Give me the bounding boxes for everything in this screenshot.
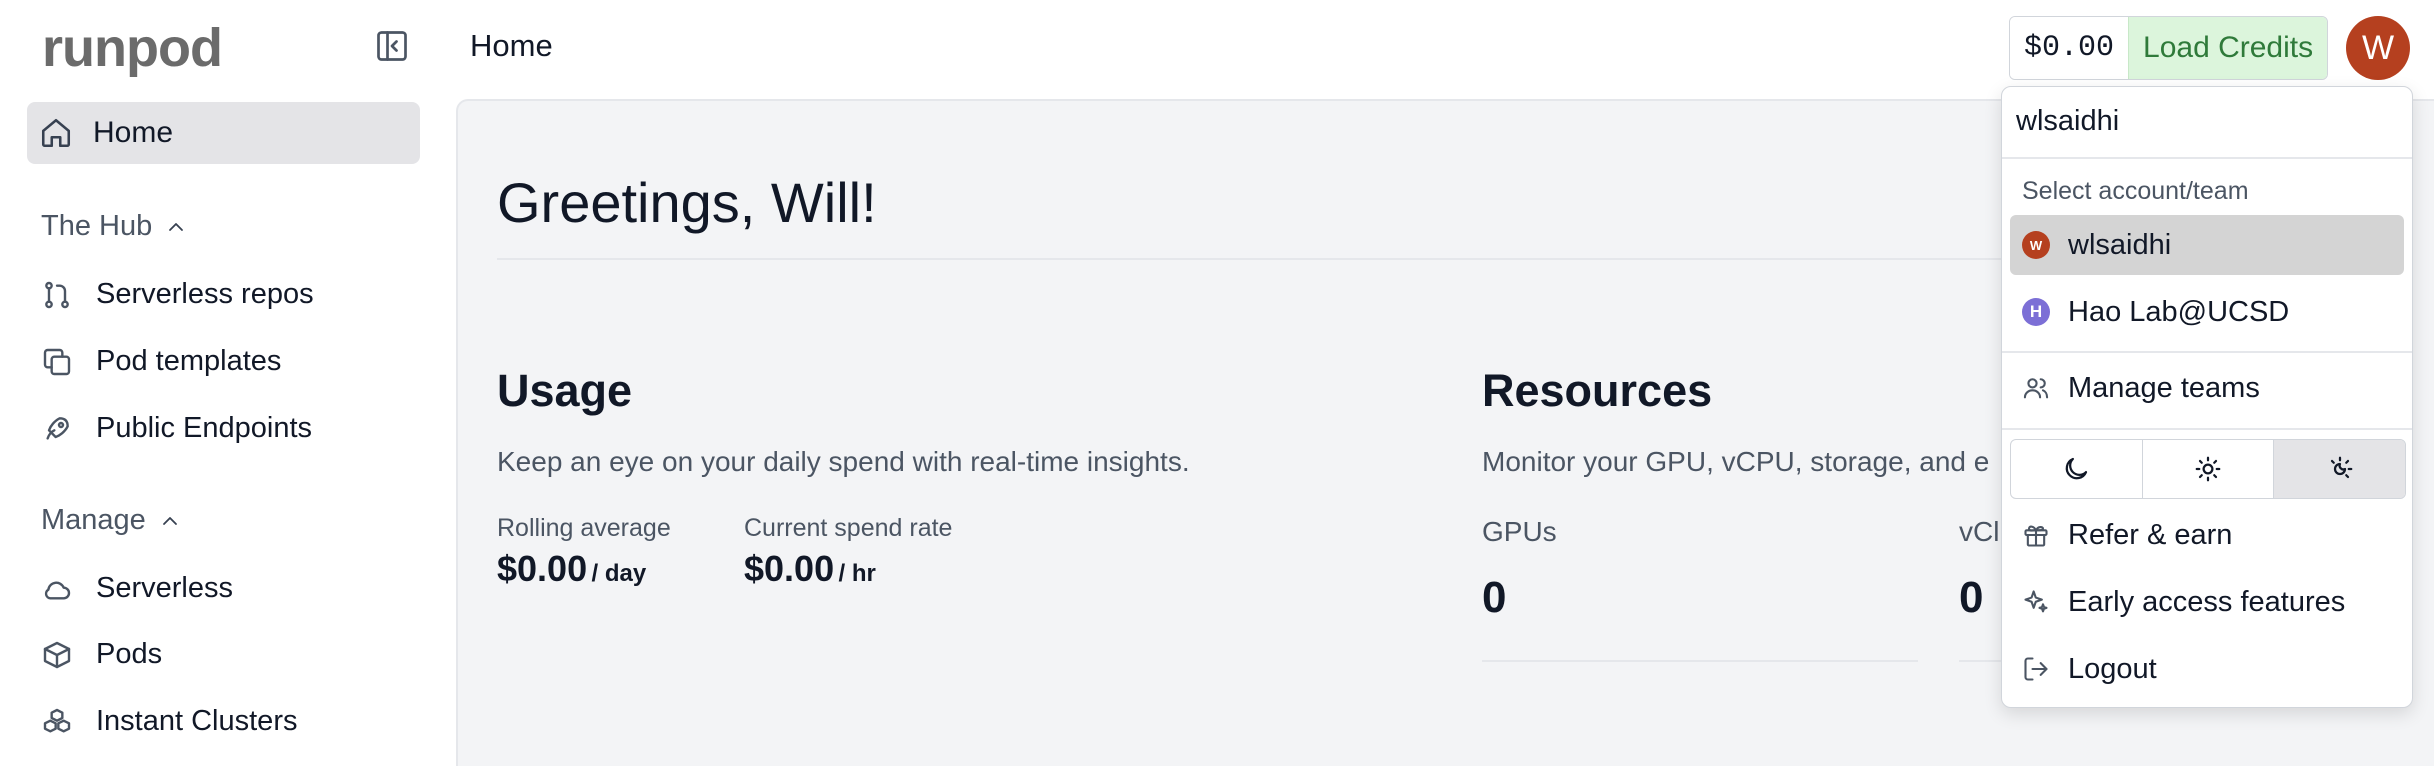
section-the-hub[interactable]: The Hub bbox=[41, 210, 188, 243]
divider bbox=[497, 258, 2097, 260]
divider bbox=[2002, 428, 2412, 430]
sidebar-item-serverless-repos[interactable]: Serverless repos bbox=[41, 278, 314, 311]
sidebar-item-label: Serverless repos bbox=[96, 278, 314, 310]
spend-unit: / hr bbox=[838, 560, 876, 587]
runpod-logo[interactable]: runpod bbox=[42, 18, 223, 78]
sidebar-collapse-icon[interactable] bbox=[374, 28, 410, 64]
chevron-up-icon bbox=[169, 222, 184, 231]
rolling-unit: / day bbox=[591, 560, 647, 587]
git-branch-icon bbox=[41, 279, 73, 311]
section-title: The Hub bbox=[41, 210, 153, 242]
logout-item[interactable]: Logout bbox=[2010, 639, 2404, 699]
user-avatar-button[interactable]: W bbox=[2346, 16, 2410, 80]
menu-item-label: Logout bbox=[2068, 652, 2157, 685]
greeting-heading: Greetings, Will! bbox=[497, 171, 877, 234]
early-access-item[interactable]: Early access features bbox=[2010, 572, 2404, 632]
divider bbox=[2002, 157, 2412, 159]
rocket-icon bbox=[41, 413, 73, 445]
sparkles-icon bbox=[2022, 588, 2050, 616]
account-name: Hao Lab@UCSD bbox=[2068, 295, 2290, 328]
page-title: Home bbox=[470, 28, 553, 63]
home-icon bbox=[39, 116, 73, 150]
vcpu-label: vCl bbox=[1959, 516, 2000, 547]
account-avatar: W bbox=[2022, 231, 2050, 259]
divider bbox=[1482, 660, 1918, 662]
theme-switcher bbox=[2010, 439, 2406, 499]
select-account-label: Select account/team bbox=[2022, 177, 2249, 205]
sidebar-item-label: Public Endpoints bbox=[96, 412, 313, 444]
users-icon bbox=[2022, 374, 2050, 402]
credits-widget: $0.00 Load Credits bbox=[2009, 16, 2329, 80]
gpus-label: GPUs bbox=[1482, 516, 1557, 547]
sun-moon-icon bbox=[2330, 456, 2353, 479]
refer-earn-item[interactable]: Refer & earn bbox=[2010, 505, 2404, 565]
sidebar-item-label: Home bbox=[93, 116, 174, 149]
theme-light-button[interactable] bbox=[2141, 440, 2274, 498]
box-icon bbox=[41, 639, 73, 671]
rolling-average-label: Rolling average bbox=[497, 514, 671, 542]
cloud-icon bbox=[41, 573, 73, 605]
rolling-amount: $0.00 bbox=[497, 548, 588, 589]
usage-description: Keep an eye on your daily spend with rea… bbox=[497, 446, 1190, 477]
account-name: wlsaidhi bbox=[2068, 228, 2172, 261]
rolling-average-value: $0.00 / day bbox=[497, 548, 646, 590]
moon-icon bbox=[2066, 457, 2088, 480]
account-option-wlsaidhi[interactable]: W wlsaidhi bbox=[2010, 215, 2404, 275]
menu-item-label: Manage teams bbox=[2068, 371, 2260, 404]
load-credits-button[interactable]: Load Credits bbox=[2128, 17, 2328, 79]
current-spend-value: $0.00 / hr bbox=[744, 548, 876, 590]
sidebar-item-public-endpoints[interactable]: Public Endpoints bbox=[41, 412, 312, 445]
sidebar-item-label: Pods bbox=[96, 638, 163, 670]
resources-description: Monitor your GPU, vCPU, storage, and e bbox=[1482, 446, 1990, 477]
account-avatar: H bbox=[2022, 298, 2050, 326]
sidebar-item-pod-templates[interactable]: Pod templates bbox=[41, 345, 281, 378]
sidebar-item-pods[interactable]: Pods bbox=[41, 638, 162, 671]
manage-teams-item[interactable]: Manage teams bbox=[2010, 358, 2404, 418]
usage-title: Usage bbox=[497, 365, 633, 416]
vcpu-value: 0 bbox=[1959, 573, 1984, 622]
theme-system-button[interactable] bbox=[2273, 440, 2405, 498]
divider bbox=[1959, 660, 2001, 662]
sidebar-item-label: Pod templates bbox=[96, 345, 282, 377]
boxes-icon bbox=[41, 706, 73, 738]
sun-icon bbox=[2195, 456, 2221, 482]
credit-balance: $0.00 bbox=[2010, 17, 2129, 79]
sidebar-item-home[interactable]: Home bbox=[27, 102, 420, 164]
gift-icon bbox=[2022, 521, 2050, 549]
menu-item-label: Refer & earn bbox=[2068, 518, 2233, 551]
current-spend-label: Current spend rate bbox=[744, 514, 953, 542]
account-dropdown-menu: wlsaidhi Select account/team W wlsaidhi … bbox=[2001, 86, 2413, 708]
chevron-up-icon bbox=[162, 516, 177, 525]
copy-icon bbox=[41, 346, 73, 378]
section-manage[interactable]: Manage bbox=[41, 504, 182, 537]
dropdown-username: wlsaidhi bbox=[2016, 105, 2120, 137]
gpus-value: 0 bbox=[1482, 573, 1507, 622]
sidebar-item-instant-clusters[interactable]: Instant Clusters bbox=[41, 705, 297, 738]
divider bbox=[2002, 351, 2412, 353]
sidebar-item-label: Serverless bbox=[96, 572, 233, 604]
spend-amount: $0.00 bbox=[744, 548, 835, 589]
account-option-hao-lab[interactable]: H Hao Lab@UCSD bbox=[2010, 282, 2404, 342]
sidebar-item-serverless[interactable]: Serverless bbox=[41, 572, 233, 605]
logout-icon bbox=[2022, 655, 2050, 683]
resources-title: Resources bbox=[1482, 365, 1713, 416]
menu-item-label: Early access features bbox=[2068, 585, 2346, 618]
sidebar-item-label: Instant Clusters bbox=[96, 705, 298, 737]
section-title: Manage bbox=[41, 504, 146, 536]
theme-dark-button[interactable] bbox=[2011, 440, 2142, 498]
